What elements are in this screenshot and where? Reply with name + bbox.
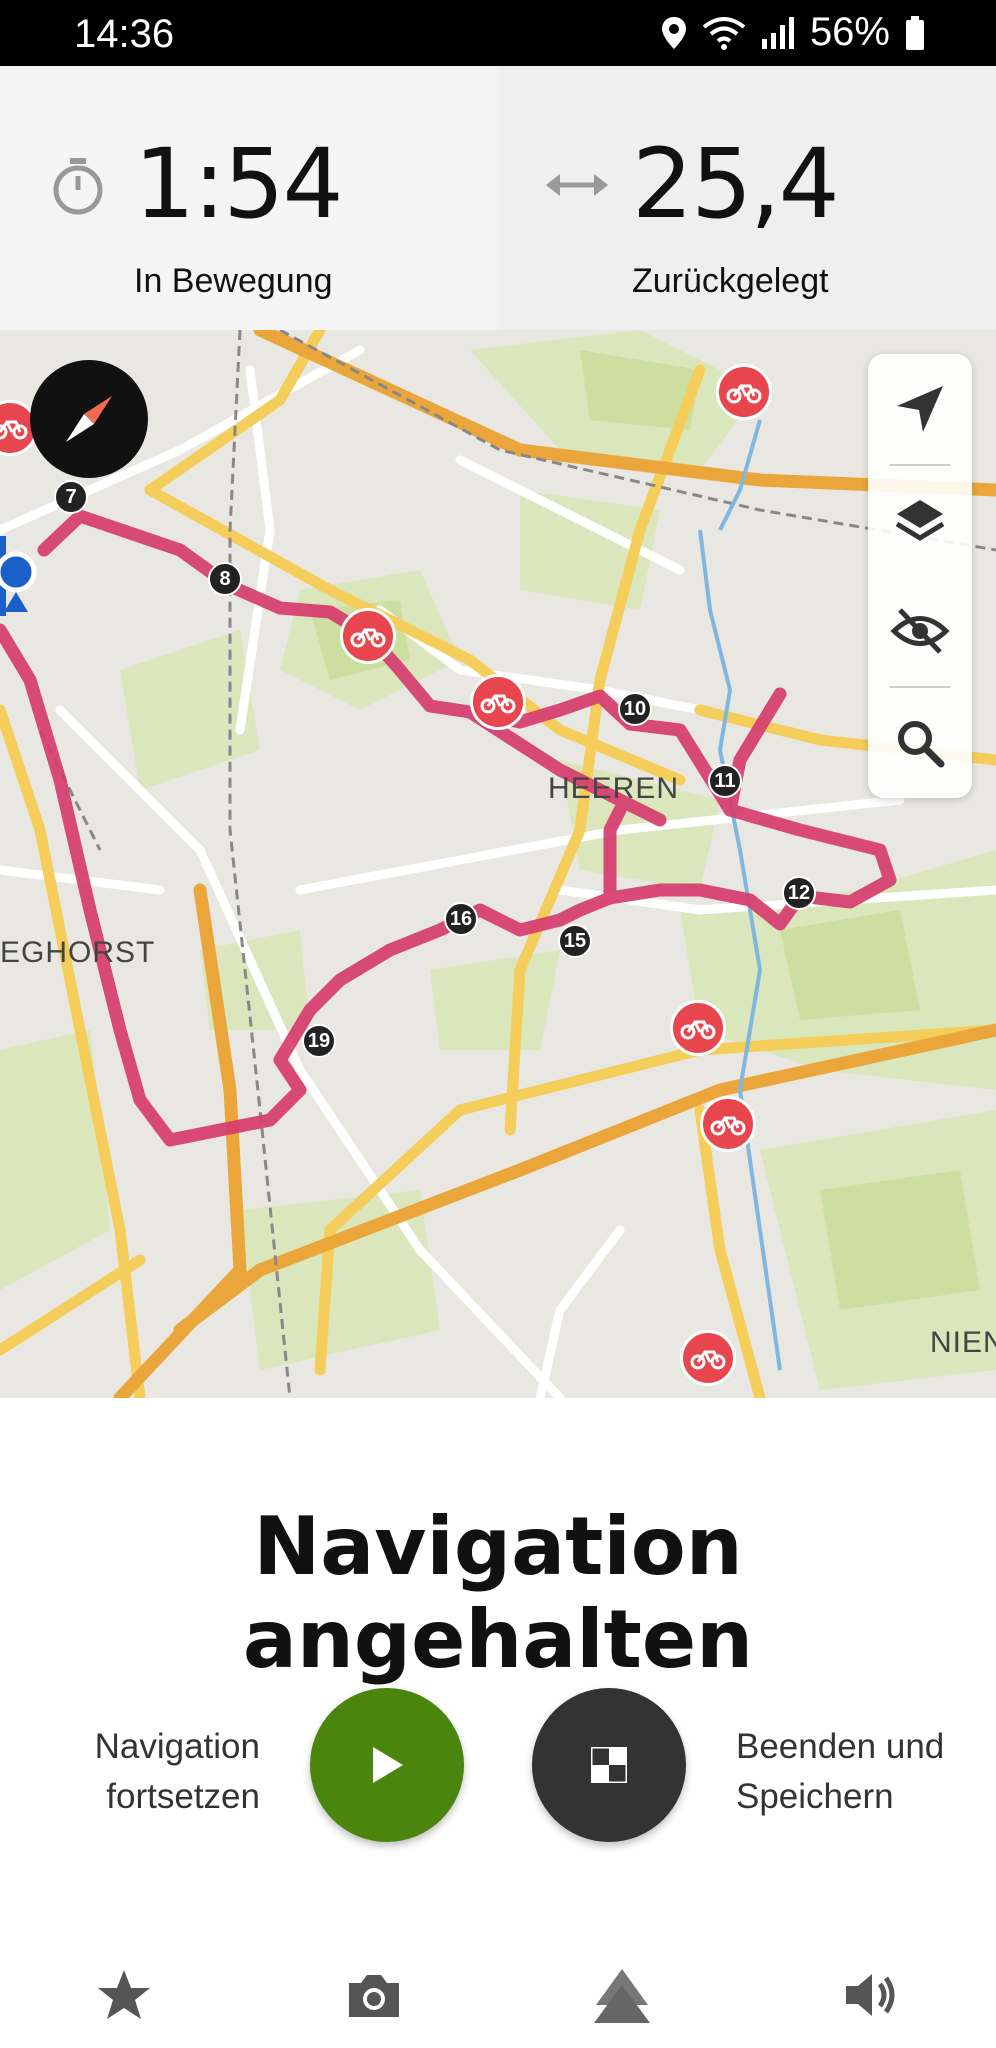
- current-position-icon: [0, 536, 37, 616]
- wifi-icon: [702, 16, 746, 50]
- map-label-eghorst: EGHORST: [0, 936, 156, 969]
- map-label-heeren: HEEREN: [548, 772, 680, 805]
- star-icon: [98, 1970, 150, 2019]
- location-pin-icon: [661, 16, 686, 49]
- compass-needle-icon: [66, 396, 112, 442]
- stopwatch-icon: [53, 158, 103, 215]
- camera-icon: [349, 1975, 399, 2017]
- map-controls: [868, 354, 972, 798]
- bicycle-icon: [0, 420, 28, 440]
- battery-percent: 56%: [809, 10, 890, 54]
- favorites-button[interactable]: [84, 1960, 164, 2030]
- stats-header: 1:54 In Bewegung 25,4 Zurückgelegt: [0, 66, 996, 330]
- compass-button[interactable]: [30, 360, 148, 478]
- bicycle-icon: [480, 694, 516, 714]
- eye-off-icon: [890, 608, 950, 654]
- mountain-icon: [594, 1969, 650, 2023]
- camera-button[interactable]: [334, 1960, 414, 2030]
- status-icons: 56%: [660, 10, 926, 55]
- waypoint-16[interactable]: 16: [444, 902, 478, 936]
- layers-button[interactable]: [868, 466, 972, 576]
- moving-time-label: In Bewegung: [134, 262, 333, 300]
- visibility-toggle-button[interactable]: [868, 576, 972, 686]
- bicycle-icon: [680, 1020, 716, 1040]
- bike-marker-icon[interactable]: [680, 1330, 736, 1386]
- elevation-button[interactable]: [582, 1960, 662, 2030]
- resume-label-line2: fortsetzen: [106, 1777, 260, 1816]
- layers-icon: [895, 500, 945, 541]
- distance-value: 25,4: [632, 128, 840, 240]
- bicycle-icon: [350, 628, 386, 648]
- bicycle-icon: [710, 1116, 746, 1136]
- search-icon: [898, 721, 945, 768]
- map-search-button[interactable]: [868, 688, 972, 798]
- bike-marker-icon[interactable]: [670, 1000, 726, 1056]
- sound-button[interactable]: [830, 1960, 910, 2030]
- moving-time-card: 1:54 In Bewegung: [0, 66, 496, 330]
- navigation-paused-title: Navigation angehalten: [242, 1500, 754, 1686]
- waypoint-11[interactable]: 11: [708, 764, 742, 798]
- bicycle-icon: [726, 384, 762, 404]
- resume-label-line1: Navigation: [94, 1727, 260, 1766]
- bike-marker-icon[interactable]: [340, 608, 396, 664]
- waypoint-10[interactable]: 10: [618, 692, 652, 726]
- distance-card: 25,4 Zurückgelegt: [500, 66, 996, 330]
- moving-time-value: 1:54: [134, 128, 344, 240]
- status-bar: 14:36 56%: [0, 0, 996, 66]
- finish-flag-icon: [591, 1747, 627, 1783]
- location-arrow-icon: [897, 386, 943, 432]
- locate-button[interactable]: [868, 354, 972, 464]
- waypoint-8[interactable]: 8: [208, 562, 242, 596]
- waypoint-7[interactable]: 7: [54, 480, 88, 514]
- resume-navigation-button[interactable]: [310, 1688, 464, 1842]
- finish-and-save-button[interactable]: [532, 1688, 686, 1842]
- bike-marker-icon[interactable]: [700, 1096, 756, 1152]
- bike-marker-icon[interactable]: [470, 674, 526, 730]
- map-view[interactable]: HEEREN EGHORST NIEN 7 8 9 10 11 12 15 16…: [0, 330, 996, 1398]
- bottom-nav: [0, 1940, 996, 2048]
- resume-navigation-label: Navigation fortsetzen: [78, 1722, 260, 1822]
- speaker-icon: [846, 1974, 895, 2016]
- waypoint-15[interactable]: 15: [558, 924, 592, 958]
- finish-and-save-label: Beenden und Speichern: [736, 1722, 966, 1822]
- map-label-nien: NIEN: [930, 1326, 996, 1359]
- waypoint-12[interactable]: 12: [782, 876, 816, 910]
- play-icon: [373, 1747, 403, 1783]
- status-time: 14:36: [74, 12, 175, 56]
- distance-label: Zurückgelegt: [632, 262, 829, 300]
- bike-marker-icon[interactable]: [716, 364, 772, 420]
- signal-icon: [761, 16, 794, 49]
- battery-icon: [906, 15, 924, 50]
- double-arrow-icon: [546, 174, 608, 196]
- finish-label-line1: Beenden und: [736, 1727, 945, 1766]
- waypoint-19[interactable]: 19: [302, 1024, 336, 1058]
- map-base: [0, 330, 996, 1398]
- finish-label-line2: Speichern: [736, 1777, 894, 1816]
- bicycle-icon: [690, 1350, 726, 1370]
